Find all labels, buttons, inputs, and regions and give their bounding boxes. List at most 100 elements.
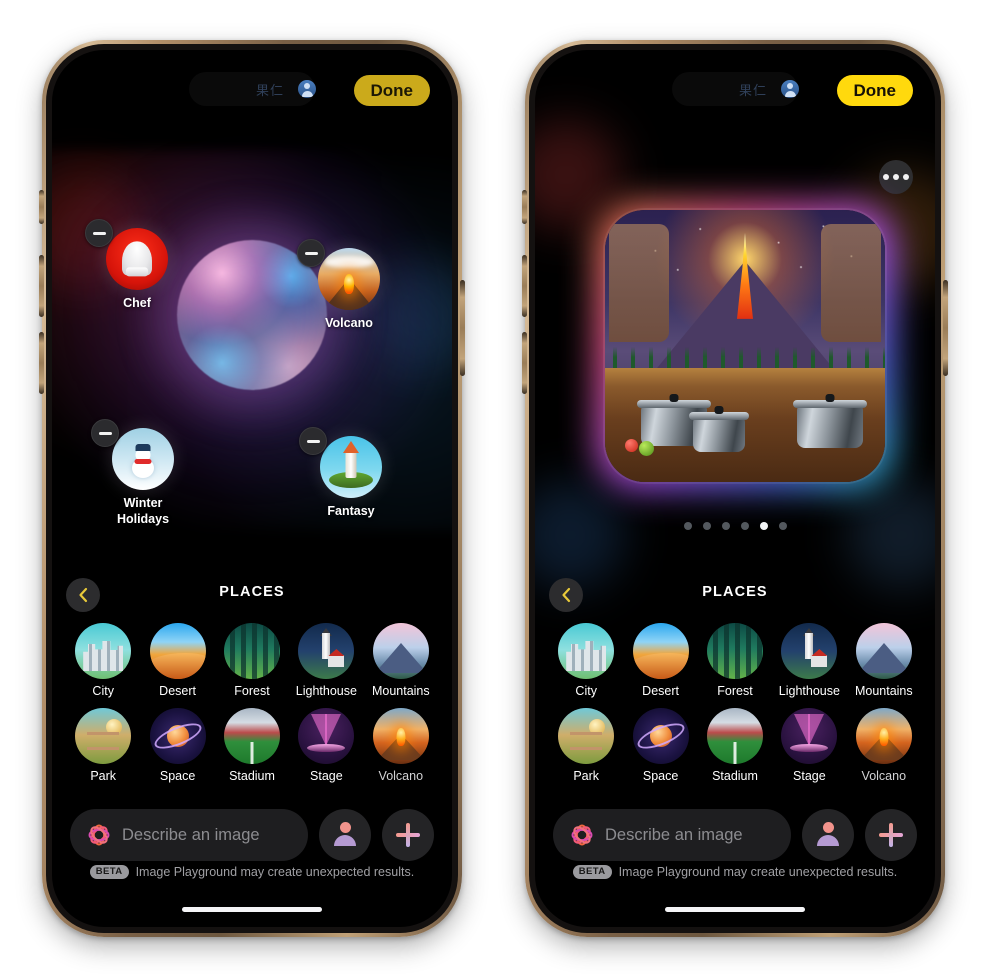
place-item-city[interactable]: City bbox=[66, 623, 140, 698]
place-item-park[interactable]: Park bbox=[549, 708, 623, 783]
person-button[interactable] bbox=[802, 809, 854, 861]
minus-badge-icon[interactable] bbox=[299, 427, 327, 455]
page-dot[interactable] bbox=[740, 522, 749, 530]
page-dot[interactable] bbox=[683, 522, 692, 530]
place-item-mountains[interactable]: Mountains bbox=[847, 623, 921, 698]
person-icon bbox=[822, 822, 834, 833]
place-label: Forest bbox=[234, 684, 270, 698]
place-item-volcano[interactable]: Volcano bbox=[364, 708, 438, 783]
concept-chip-fantasy[interactable]: Fantasy bbox=[299, 427, 394, 520]
space-thumbnail[interactable] bbox=[149, 708, 206, 764]
place-item-lighthouse[interactable]: Lighthouse bbox=[289, 623, 363, 698]
home-indicator[interactable] bbox=[182, 907, 322, 912]
city-thumbnail[interactable] bbox=[75, 623, 132, 679]
volume-down-button[interactable] bbox=[39, 332, 44, 394]
page-dot[interactable] bbox=[778, 522, 787, 530]
place-item-desert[interactable]: Desert bbox=[623, 623, 697, 698]
volcano-kitchen-generated-image[interactable] bbox=[605, 210, 885, 482]
space-thumbnail[interactable] bbox=[632, 708, 689, 764]
place-item-space[interactable]: Space bbox=[623, 708, 697, 783]
forest-thumbnail[interactable] bbox=[223, 623, 280, 679]
power-button[interactable] bbox=[943, 280, 948, 376]
concept-chip-winter-holidays[interactable]: Winter Holidays bbox=[91, 419, 186, 527]
page-dot-active[interactable] bbox=[759, 522, 768, 530]
chef-concept-art[interactable] bbox=[106, 228, 168, 290]
concept-canvas: Chef / Volcano Winter Holidays Fantasy bbox=[52, 110, 452, 570]
city-thumbnail[interactable] bbox=[558, 623, 615, 679]
concept-chip-volcano[interactable]: Volcano bbox=[297, 239, 392, 332]
stadium-thumbnail[interactable] bbox=[706, 708, 763, 764]
silent-switch[interactable] bbox=[39, 190, 44, 224]
volcano-thumbnail[interactable] bbox=[855, 708, 912, 764]
desert-thumbnail[interactable] bbox=[632, 623, 689, 679]
power-button[interactable] bbox=[460, 280, 465, 376]
add-button[interactable] bbox=[382, 809, 434, 861]
minus-badge-icon[interactable] bbox=[85, 219, 113, 247]
winter-holidays-concept-art[interactable] bbox=[112, 428, 174, 490]
place-item-forest[interactable]: Forest bbox=[215, 623, 289, 698]
volume-down-button[interactable] bbox=[522, 332, 527, 394]
park-thumbnail[interactable] bbox=[558, 708, 615, 764]
disclaimer-row: BETA Image Playground may create unexpec… bbox=[535, 865, 935, 879]
concept-label: Fantasy bbox=[327, 504, 375, 518]
person-button[interactable] bbox=[319, 809, 371, 861]
fantasy-concept-art[interactable] bbox=[320, 436, 382, 498]
desert-thumbnail[interactable] bbox=[149, 623, 206, 679]
place-label: Park bbox=[90, 769, 117, 783]
page-dot[interactable] bbox=[721, 522, 730, 530]
stage-thumbnail[interactable] bbox=[298, 708, 355, 764]
mountains-thumbnail[interactable] bbox=[855, 623, 912, 679]
volcano-thumbnail[interactable] bbox=[372, 708, 429, 764]
minus-badge-icon[interactable] bbox=[297, 239, 325, 267]
volcano-concept-art[interactable] bbox=[318, 248, 380, 310]
silent-switch[interactable] bbox=[522, 190, 527, 224]
done-button[interactable]: Done bbox=[353, 75, 430, 106]
place-label: Space bbox=[642, 769, 679, 783]
volume-up-button[interactable] bbox=[522, 255, 527, 317]
person-circle-icon bbox=[781, 80, 799, 98]
place-item-stadium[interactable]: Stadium bbox=[215, 708, 289, 783]
place-item-city[interactable]: City bbox=[549, 623, 623, 698]
home-indicator[interactable] bbox=[665, 907, 805, 912]
place-label: Volcano bbox=[861, 769, 907, 783]
search-input[interactable]: Describe an image bbox=[70, 809, 308, 861]
lighthouse-thumbnail[interactable] bbox=[298, 623, 355, 679]
screen-left: 果仁 Done Chef / Volcano Winter Holidays F… bbox=[52, 50, 452, 927]
place-item-mountains[interactable]: Mountains bbox=[364, 623, 438, 698]
minus-badge-icon[interactable] bbox=[91, 419, 119, 447]
done-button[interactable]: Done bbox=[836, 75, 913, 106]
park-thumbnail[interactable] bbox=[75, 708, 132, 764]
stage-thumbnail[interactable] bbox=[781, 708, 838, 764]
lighthouse-thumbnail[interactable] bbox=[781, 623, 838, 679]
place-item-lighthouse[interactable]: Lighthouse bbox=[772, 623, 846, 698]
pagination-dots[interactable] bbox=[535, 522, 935, 530]
place-item-park[interactable]: Park bbox=[66, 708, 140, 783]
place-item-space[interactable]: Space bbox=[140, 708, 214, 783]
stadium-thumbnail[interactable] bbox=[223, 708, 280, 764]
places-grid: City Desert Forest Lighthouse Mountains … bbox=[535, 617, 935, 783]
status-bar-title: 果仁 bbox=[256, 83, 285, 98]
place-item-desert[interactable]: Desert bbox=[140, 623, 214, 698]
mountains-thumbnail[interactable] bbox=[372, 623, 429, 679]
places-title: PLACES bbox=[702, 584, 768, 600]
search-input[interactable]: Describe an image bbox=[553, 809, 791, 861]
add-button[interactable] bbox=[865, 809, 917, 861]
place-item-stage[interactable]: Stage bbox=[772, 708, 846, 783]
bottom-bar-row: Describe an image bbox=[535, 807, 935, 863]
concept-label: Volcano bbox=[325, 316, 373, 330]
forest-thumbnail[interactable] bbox=[706, 623, 763, 679]
page-dot[interactable] bbox=[702, 522, 711, 530]
concept-chip-chef[interactable]: Chef bbox=[85, 219, 180, 312]
place-item-stadium[interactable]: Stadium bbox=[698, 708, 772, 783]
place-item-stage[interactable]: Stage bbox=[289, 708, 363, 783]
dynamic-island bbox=[672, 72, 798, 106]
phone-left: 果仁 Done Chef / Volcano Winter Holidays F… bbox=[39, 40, 465, 937]
place-label: Mountains bbox=[371, 684, 430, 698]
volume-up-button[interactable] bbox=[39, 255, 44, 317]
place-item-volcano[interactable]: Volcano bbox=[847, 708, 921, 783]
places-title: PLACES bbox=[219, 584, 285, 600]
place-label: Desert bbox=[642, 684, 679, 698]
ellipsis-icon[interactable] bbox=[879, 160, 913, 194]
place-item-forest[interactable]: Forest bbox=[698, 623, 772, 698]
person-circle-icon bbox=[298, 80, 316, 98]
